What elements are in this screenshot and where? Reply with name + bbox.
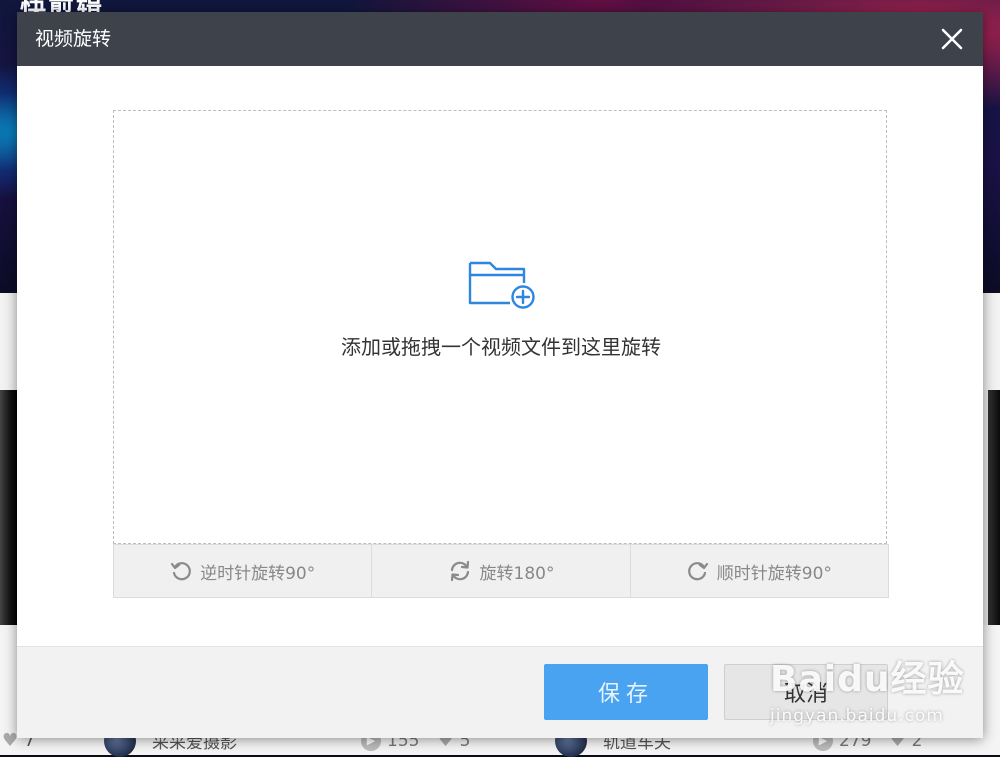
video-thumbnail-left[interactable]: [0, 390, 18, 625]
rotate-cw-icon: [687, 562, 708, 581]
watermark-url: jingyan.baidu.com: [770, 706, 944, 726]
rotate-ccw-90-button[interactable]: 逆时针旋转90°: [114, 545, 373, 597]
video-rotate-dialog: 视频旋转 添加或拖拽一个视频文件到这里旋转 逆时针旋转90° 旋转180° 顺时…: [17, 12, 983, 738]
dialog-header: 视频旋转: [17, 12, 983, 66]
watermark-logo: Baidu经验: [770, 659, 965, 700]
save-button[interactable]: 保存: [544, 664, 708, 720]
rotate-ccw-label: 逆时针旋转90°: [200, 563, 316, 584]
dialog-title: 视频旋转: [35, 28, 112, 50]
close-icon: [941, 28, 963, 50]
rotate-180-label: 旋转180°: [479, 563, 555, 584]
rotate-180-icon: [450, 560, 469, 582]
rotate-toolbar: 逆时针旋转90° 旋转180° 顺时针旋转90°: [113, 544, 889, 598]
video-thumbnail-right[interactable]: [988, 390, 1000, 625]
drop-zone-label: 添加或拖拽一个视频文件到这里旋转: [341, 335, 661, 359]
heart-icon: ♥: [2, 730, 19, 751]
rotate-180-button[interactable]: 旋转180°: [372, 545, 631, 597]
close-button[interactable]: [935, 22, 969, 56]
file-drop-zone[interactable]: 添加或拖拽一个视频文件到这里旋转: [113, 110, 887, 544]
rotate-cw-90-button[interactable]: 顺时针旋转90°: [631, 545, 888, 597]
watermark: Baidu经验 jingyan.baidu.com: [770, 648, 985, 738]
add-folder-icon[interactable]: [468, 259, 538, 311]
rotate-cw-label: 顺时针旋转90°: [716, 563, 832, 584]
rotate-ccw-icon: [170, 562, 191, 581]
